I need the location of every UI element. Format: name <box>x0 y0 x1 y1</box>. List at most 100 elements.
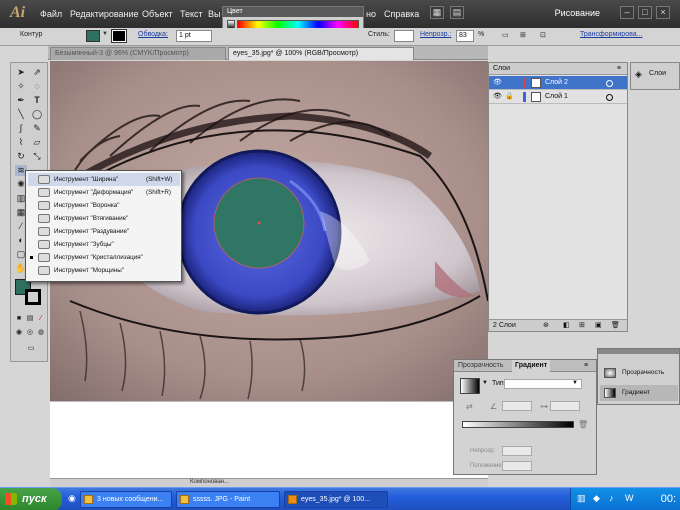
flyout-item-scallop[interactable]: Инструмент "Зубцы" <box>28 238 180 251</box>
menu-window[interactable]: но <box>366 9 376 19</box>
new-sublayer-icon[interactable]: ⊞ <box>579 320 585 332</box>
layer-name: Слой 1 <box>545 93 568 100</box>
type-tool-icon[interactable]: T <box>31 95 43 106</box>
screen-mode-icon[interactable]: ▭ <box>21 343 41 354</box>
color-panel-title[interactable]: Цвет <box>223 7 363 17</box>
pen-tool-icon[interactable]: ✒ <box>15 95 27 106</box>
stroke-swatch[interactable] <box>111 29 127 43</box>
gradient-location-field[interactable] <box>502 461 532 471</box>
flyout-item-bloat[interactable]: Инструмент "Раздувание" <box>28 225 180 238</box>
quicklaunch-icon[interactable]: ◉ <box>68 493 76 504</box>
panel-menu-icon[interactable]: ≡ <box>617 63 621 75</box>
start-button[interactable]: пуск <box>0 488 62 510</box>
layers-panel-tab[interactable]: Слои ≡ <box>489 63 627 75</box>
flyout-item-warp[interactable]: Инструмент "Деформация" (Shift+R) <box>28 186 180 199</box>
clipping-mask-icon[interactable]: ◧ <box>563 320 570 332</box>
stroke-link[interactable]: Обводка: <box>138 31 168 38</box>
tab-gradient[interactable]: Градиент <box>512 360 551 372</box>
none-mode-icon[interactable]: ⁄ <box>35 313 47 324</box>
flyout-item-twirl[interactable]: Инструмент "Воронка" <box>28 199 180 212</box>
close-icon[interactable]: × <box>656 6 670 19</box>
horizontal-scrollbar[interactable]: Компонован... <box>50 478 488 487</box>
menu-help[interactable]: Справка <box>384 9 419 19</box>
paintbrush-tool-icon[interactable]: ∫ <box>15 123 27 134</box>
delete-stop-icon[interactable]: 🗑 <box>578 420 588 429</box>
visibility-icon[interactable]: 👁 <box>493 90 502 104</box>
reverse-gradient-icon[interactable]: ⇄ <box>466 402 473 411</box>
isolate-icon[interactable]: ⊡ <box>540 31 546 39</box>
tab-eyes[interactable]: eyes_35.jpg* @ 100% (RGB/Просмотр) <box>228 47 414 60</box>
gradient-type-dropdown-icon[interactable]: ▼ <box>572 380 578 386</box>
fill-dropdown-icon[interactable]: ▼ <box>102 31 108 37</box>
flyout-item-width[interactable]: Инструмент "Ширина" (Shift+W) <box>28 173 180 186</box>
new-layer-icon[interactable]: ▣ <box>595 320 602 332</box>
delete-layer-icon[interactable]: 🗑 <box>611 320 620 332</box>
line-tool-icon[interactable]: ╲ <box>15 109 27 120</box>
arrange-icon[interactable]: ▤ <box>450 6 464 19</box>
gradient-preview-dropdown-icon[interactable]: ▼ <box>482 380 488 386</box>
lock-icon[interactable]: 🔒 <box>505 90 514 104</box>
mini-panel-grip[interactable] <box>598 349 679 354</box>
workspace-switcher[interactable]: Рисование <box>555 8 600 18</box>
distribute-icon[interactable]: ⊞ <box>520 31 526 39</box>
aspect-ratio-field[interactable] <box>550 401 580 411</box>
layer-color-icon <box>523 92 526 102</box>
lasso-tool-icon[interactable]: ◌ <box>31 81 43 92</box>
tray-volume-icon[interactable]: ♪ <box>609 493 614 503</box>
flyout-item-crystallize[interactable]: Инструмент "Кристаллизация" <box>28 251 180 264</box>
pencil-tool-icon[interactable]: ✎ <box>31 123 43 134</box>
gradient-ramp[interactable] <box>462 421 574 428</box>
task-illustrator[interactable]: eyes_35.jpg* @ 100... <box>284 491 388 508</box>
tab-transparency[interactable]: Прозрачность <box>458 360 503 372</box>
layer-row[interactable]: 👁 Слой 2 <box>489 76 627 90</box>
menu-edit[interactable]: Редактирование <box>70 9 139 19</box>
layer-row[interactable]: 👁 🔒 Слой 1 <box>489 90 627 104</box>
mini-item-gradient[interactable]: Градиент <box>600 385 678 401</box>
task-paint[interactable]: sssss. JPG - Paint <box>176 491 280 508</box>
gradient-preview-swatch[interactable] <box>460 378 480 394</box>
gradient-opacity-field[interactable] <box>502 446 532 456</box>
eraser-tool-icon[interactable]: ▱ <box>31 137 43 148</box>
tray-security-icon[interactable]: ◆ <box>593 493 600 504</box>
tray-app-icon[interactable]: W <box>625 493 634 503</box>
opacity-link[interactable]: Непрозр.: <box>420 31 451 38</box>
menu-text[interactable]: Текст <box>180 9 203 19</box>
menu-select[interactable]: Вы <box>208 9 220 19</box>
selection-tool-icon[interactable]: ➤ <box>15 67 27 78</box>
align-icon[interactable]: ▭ <box>502 31 509 39</box>
aspect-ratio-icon: ⊶ <box>540 402 548 411</box>
magic-wand-tool-icon[interactable]: ✧ <box>15 81 27 92</box>
ellipse-tool-icon[interactable]: ◯ <box>31 109 43 120</box>
task-mail[interactable]: 3 новых сообщени... <box>80 491 172 508</box>
style-dropdown[interactable] <box>394 30 414 42</box>
collapsed-layers-dock[interactable]: ◈ Слои <box>630 62 680 90</box>
tab-untitled-3[interactable]: Безымянный-3 @ 96% (CMYK/Просмотр) <box>50 47 226 60</box>
locate-object-icon[interactable]: ⊛ <box>543 320 549 332</box>
minimize-icon[interactable]: – <box>620 6 634 19</box>
tray-network-icon[interactable]: ▥ <box>577 493 586 504</box>
bridge-icon[interactable]: ▦ <box>430 6 444 19</box>
scale-tool-icon[interactable]: ⤡ <box>31 151 43 162</box>
angle-field[interactable] <box>502 401 532 411</box>
artboard-area[interactable] <box>50 401 488 487</box>
transform-link[interactable]: Трансформирова... <box>580 31 642 38</box>
fill-swatch[interactable] <box>86 30 100 42</box>
flyout-item-wrinkle[interactable]: Инструмент "Морщины" <box>28 264 180 277</box>
target-icon[interactable] <box>606 94 613 101</box>
stroke-color-icon[interactable] <box>25 289 41 305</box>
panel-menu-icon[interactable]: ≡ <box>584 360 588 372</box>
blob-brush-tool-icon[interactable]: ⌇ <box>15 137 27 148</box>
rotate-tool-icon[interactable]: ↻ <box>15 151 27 162</box>
mini-item-transparency[interactable]: Прозрачность <box>600 365 678 381</box>
draw-inside-icon[interactable]: ◍ <box>35 327 47 338</box>
flyout-item-pucker[interactable]: Инструмент "Втягивание" <box>28 212 180 225</box>
menu-file[interactable]: Файл <box>40 9 62 19</box>
menu-object[interactable]: Объект <box>142 9 173 19</box>
target-icon[interactable] <box>606 80 613 87</box>
gradient-type-select[interactable] <box>504 379 582 389</box>
visibility-icon[interactable]: 👁 <box>493 76 502 90</box>
stroke-weight-field[interactable]: 1 pt <box>176 30 212 42</box>
maximize-icon[interactable]: □ <box>638 6 652 19</box>
opacity-field[interactable]: 83 <box>456 30 474 42</box>
direct-selection-tool-icon[interactable]: ⇗ <box>31 67 43 78</box>
